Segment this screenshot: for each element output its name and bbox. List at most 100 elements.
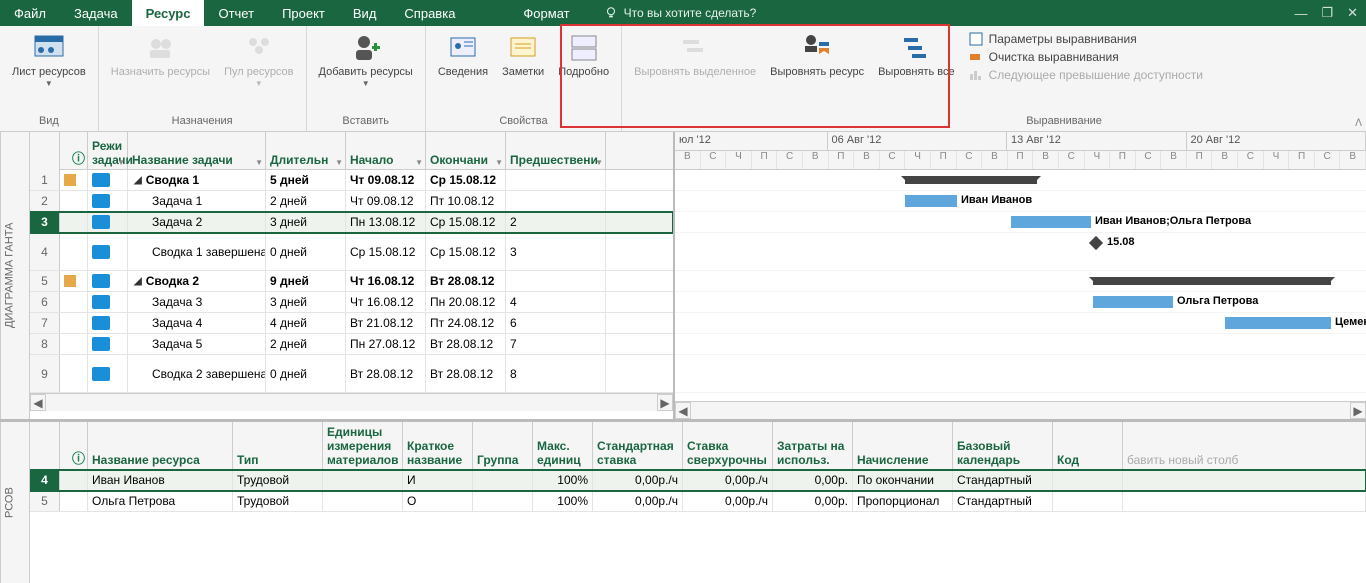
menu-file[interactable]: Файл [0, 0, 60, 26]
gantt-hscroll[interactable]: ◀ ▶ [675, 401, 1366, 419]
row-number[interactable]: 4 [30, 233, 60, 270]
res-std-cell[interactable]: 0,00р./ч [593, 470, 683, 490]
pred-cell[interactable] [506, 191, 606, 211]
start-cell[interactable]: Пн 13.08.12 [346, 212, 426, 232]
start-cell[interactable]: Ср 15.08.12 [346, 233, 426, 270]
row-number[interactable]: 9 [30, 355, 60, 392]
task-row[interactable]: 3 Задача 23 днейПн 13.08.12Ср 15.08.122 [30, 212, 673, 233]
res-group-cell[interactable] [473, 470, 533, 490]
rcol-cal[interactable]: Базовый календарь [953, 422, 1053, 469]
task-name-cell[interactable]: ◢Сводка 1 [128, 170, 266, 190]
res-name-cell[interactable]: Ольга Петрова [88, 491, 233, 511]
collapse-icon[interactable]: ◢ [134, 175, 142, 186]
duration-cell[interactable]: 4 дней [266, 313, 346, 333]
col-start[interactable]: Начало▼ [346, 132, 426, 169]
task-row[interactable]: 9Сводка 2 завершена0 днейВт 28.08.12Вт 2… [30, 355, 673, 393]
task-name-cell[interactable]: Задача 1 [128, 191, 266, 211]
clear-leveling[interactable]: Очистка выравнивания [969, 50, 1203, 64]
start-cell[interactable]: Чт 16.08.12 [346, 292, 426, 312]
res-code-cell[interactable] [1053, 491, 1123, 511]
row-number[interactable]: 1 [30, 170, 60, 190]
task-row[interactable]: 2Задача 12 днейЧт 09.08.12Пт 10.08.12 [30, 191, 673, 212]
task-name-cell[interactable]: Сводка 2 завершена [128, 355, 266, 392]
res-unit-cell[interactable] [323, 491, 403, 511]
finish-cell[interactable]: Вт 28.08.12 [426, 334, 506, 354]
details-button[interactable]: Подробно [552, 30, 615, 81]
res-accrue-cell[interactable]: По окончании [853, 470, 953, 490]
rcol-accrue[interactable]: Начисление [853, 422, 953, 469]
finish-cell[interactable]: Ср 15.08.12 [426, 233, 506, 270]
res-short-cell[interactable]: И [403, 470, 473, 490]
pred-cell[interactable]: 6 [506, 313, 606, 333]
finish-cell[interactable]: Пн 20.08.12 [426, 292, 506, 312]
duration-cell[interactable]: 5 дней [266, 170, 346, 190]
finish-cell[interactable]: Пт 10.08.12 [426, 191, 506, 211]
res-cost-cell[interactable]: 0,00р. [773, 491, 853, 511]
res-unit-cell[interactable] [323, 470, 403, 490]
menu-view[interactable]: Вид [339, 0, 391, 26]
duration-cell[interactable]: 3 дней [266, 212, 346, 232]
rcol-group[interactable]: Группа [473, 422, 533, 469]
collapse-ribbon[interactable]: ᐱ [1355, 118, 1362, 129]
row-number[interactable]: 3 [30, 212, 60, 232]
menu-format[interactable]: Формат [509, 0, 583, 26]
rcol-unit[interactable]: Единицы измерения материалов [323, 422, 403, 469]
pred-cell[interactable]: 3 [506, 233, 606, 270]
window-restore[interactable]: ❐ [1321, 5, 1333, 21]
row-number[interactable]: 6 [30, 292, 60, 312]
res-name-cell[interactable]: Иван Иванов [88, 470, 233, 490]
menu-task[interactable]: Задача [60, 0, 132, 26]
start-cell[interactable]: Чт 09.08.12 [346, 191, 426, 211]
col-mode[interactable]: Режи задачи▼ [88, 132, 128, 169]
row-number[interactable]: 5 [30, 271, 60, 291]
window-minimize[interactable]: — [1294, 6, 1307, 21]
task-row[interactable]: 7Задача 44 днейВт 21.08.12Пт 24.08.126 [30, 313, 673, 334]
task-row[interactable]: 1 ◢Сводка 15 днейЧт 09.08.12Ср 15.08.12 [30, 170, 673, 191]
res-type-cell[interactable]: Трудовой [233, 491, 323, 511]
pred-cell[interactable] [506, 170, 606, 190]
scroll-right[interactable]: ▶ [657, 394, 673, 411]
start-cell[interactable]: Пн 27.08.12 [346, 334, 426, 354]
start-cell[interactable]: Чт 09.08.12 [346, 170, 426, 190]
res-max-cell[interactable]: 100% [533, 491, 593, 511]
rcol-ovt[interactable]: Ставка сверхурочны [683, 422, 773, 469]
res-type-cell[interactable]: Трудовой [233, 470, 323, 490]
res-code-cell[interactable] [1053, 470, 1123, 490]
finish-cell[interactable]: Пт 24.08.12 [426, 313, 506, 333]
duration-cell[interactable]: 0 дней [266, 233, 346, 270]
pred-cell[interactable]: 7 [506, 334, 606, 354]
rcol-name[interactable]: Название ресурса [88, 422, 233, 469]
row-number[interactable]: 5 [30, 491, 60, 511]
res-cal-cell[interactable]: Стандартный [953, 470, 1053, 490]
tell-me[interactable]: Что вы хотите сделать? [604, 0, 757, 26]
finish-cell[interactable]: Ср 15.08.12 [426, 170, 506, 190]
rcol-std[interactable]: Стандартная ставка [593, 422, 683, 469]
gantt-scroll-left[interactable]: ◀ [675, 402, 691, 419]
res-cost-cell[interactable]: 0,00р. [773, 470, 853, 490]
collapse-icon[interactable]: ◢ [134, 276, 142, 287]
level-resource-button[interactable]: Выровнять ресурс [764, 30, 870, 81]
task-name-cell[interactable]: Задача 4 [128, 313, 266, 333]
leveling-options[interactable]: Параметры выравнивания [969, 32, 1203, 46]
task-row[interactable]: 6Задача 33 днейЧт 16.08.12Пн 20.08.124 [30, 292, 673, 313]
task-name-cell[interactable]: Задача 2 [128, 212, 266, 232]
pred-cell[interactable] [506, 271, 606, 291]
pred-cell[interactable]: 2 [506, 212, 606, 232]
pred-cell[interactable]: 4 [506, 292, 606, 312]
task-name-cell[interactable]: Задача 5 [128, 334, 266, 354]
duration-cell[interactable]: 2 дней [266, 191, 346, 211]
finish-cell[interactable]: Вт 28.08.12 [426, 355, 506, 392]
task-hscroll[interactable]: ◀ ▶ [30, 393, 673, 411]
start-cell[interactable]: Вт 28.08.12 [346, 355, 426, 392]
rcol-cost[interactable]: Затраты на использ. [773, 422, 853, 469]
row-number[interactable]: 4 [30, 470, 60, 490]
rcol-add[interactable]: бавить новый столб [1123, 422, 1366, 469]
menu-report[interactable]: Отчет [204, 0, 268, 26]
notes-button[interactable]: Заметки [496, 30, 550, 81]
menu-project[interactable]: Проект [268, 0, 339, 26]
col-duration[interactable]: Длительн▼ [266, 132, 346, 169]
finish-cell[interactable]: Ср 15.08.12 [426, 212, 506, 232]
summary-bar[interactable] [905, 176, 1037, 184]
res-ovt-cell[interactable]: 0,00р./ч [683, 470, 773, 490]
res-cal-cell[interactable]: Стандартный [953, 491, 1053, 511]
